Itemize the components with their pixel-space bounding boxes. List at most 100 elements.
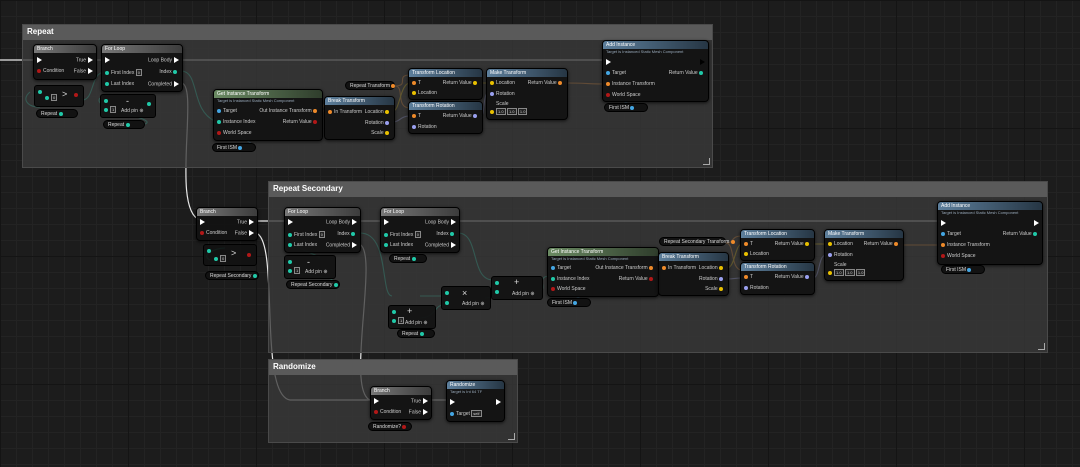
- add-node[interactable]: + Add pin ⊕: [491, 276, 543, 300]
- scale-pin[interactable]: 1.0 1.0 1.0: [828, 269, 866, 276]
- index-pin[interactable]: Index: [436, 231, 456, 237]
- resize-handle[interactable]: [1038, 343, 1045, 350]
- last-index-pin[interactable]: Last Index: [288, 242, 317, 248]
- loop-body-pin[interactable]: Loop Body: [148, 57, 179, 63]
- instance-transform-pin[interactable]: Instance Transform: [941, 242, 990, 248]
- rotation-pin[interactable]: Rotation: [490, 91, 515, 97]
- exec-in-pin[interactable]: [606, 59, 613, 65]
- condition-pin[interactable]: Condition: [200, 230, 227, 236]
- multiply-node[interactable]: × Add pin ⊕: [441, 286, 491, 310]
- target-pin[interactable]: Target self: [450, 410, 482, 417]
- b-pin[interactable]: 0: [45, 94, 58, 101]
- false-pin[interactable]: False: [235, 230, 254, 236]
- add-pin-button[interactable]: Add pin ⊕: [462, 301, 485, 307]
- a-pin[interactable]: [445, 290, 451, 296]
- true-pin[interactable]: True: [237, 219, 254, 225]
- condition-pin[interactable]: Condition: [37, 68, 64, 74]
- add-instance-node[interactable]: Add Instance Target is Instanced Static …: [602, 40, 709, 102]
- return-value-pin[interactable]: Return Value: [528, 80, 564, 86]
- transform-rotation-node[interactable]: Transform Rotation T Return Value Rotati…: [740, 262, 815, 295]
- rotation-pin[interactable]: Rotation: [828, 252, 853, 258]
- greater-node[interactable]: 0 >: [34, 85, 84, 107]
- location-pin[interactable]: Location: [828, 241, 853, 247]
- a-pin[interactable]: [38, 89, 44, 95]
- add-node[interactable]: 1 + Add pin ⊕: [388, 305, 436, 329]
- out-transform-pin[interactable]: Out Instance Transform: [595, 265, 655, 271]
- exec-in-pin[interactable]: [941, 220, 948, 226]
- world-space-pin[interactable]: World Space: [551, 286, 586, 292]
- first-index-pin[interactable]: First Index 0: [288, 231, 325, 238]
- location-pin[interactable]: Location: [744, 251, 769, 257]
- location-pin[interactable]: Location: [412, 90, 437, 96]
- get-instance-transform-node[interactable]: Get Instance Transform Target is Instanc…: [213, 89, 323, 141]
- repeat-var-getter[interactable]: Repeat: [36, 109, 78, 118]
- world-space-pin[interactable]: World Space: [606, 92, 641, 98]
- condition-pin[interactable]: Condition: [374, 409, 401, 415]
- a-pin[interactable]: [104, 98, 110, 104]
- subtract-node[interactable]: 1 - Add pin ⊕: [100, 94, 156, 118]
- exec-in-pin[interactable]: [450, 399, 457, 405]
- branch-node[interactable]: Branch True Condition False: [196, 207, 258, 241]
- make-transform-node[interactable]: Make Transform Location Return Value Rot…: [824, 229, 904, 281]
- randomize-node[interactable]: Randomize Target is Int 64 TF Target sel…: [446, 380, 505, 422]
- world-space-pin[interactable]: World Space: [217, 130, 252, 136]
- instance-transform-pin[interactable]: Instance Transform: [606, 81, 655, 87]
- break-transform-node[interactable]: Break Transform In Transform Location Ro…: [658, 252, 729, 296]
- completed-pin[interactable]: Completed: [326, 242, 357, 248]
- repeat-transform-var-getter[interactable]: Repeat Transform: [345, 81, 396, 90]
- get-instance-transform-node[interactable]: Get Instance Transform Target is Instanc…: [547, 247, 659, 297]
- first-ism-var-getter[interactable]: First ISM: [941, 265, 985, 274]
- return-value-pin[interactable]: Return Value: [283, 119, 319, 125]
- target-pin[interactable]: Target: [941, 231, 961, 237]
- return-value-pin[interactable]: Return Value: [443, 113, 479, 119]
- b-pin[interactable]: [445, 300, 451, 306]
- return-value-pin[interactable]: Return Value: [669, 70, 705, 76]
- in-transform-pin[interactable]: In Transform: [328, 109, 362, 115]
- exec-in-pin[interactable]: Target: [217, 108, 237, 114]
- first-ism-var-getter[interactable]: First ISM: [547, 298, 591, 307]
- transform-location-node[interactable]: Transform Location T Return Value Locati…: [740, 229, 815, 261]
- target-pin[interactable]: Target: [606, 70, 626, 76]
- exec-out-pin[interactable]: [698, 59, 705, 65]
- return-value-pin[interactable]: Return Value: [619, 276, 655, 282]
- add-pin-button[interactable]: Add pin ⊕: [121, 108, 144, 114]
- b-pin[interactable]: 1: [288, 267, 301, 274]
- a-pin[interactable]: [207, 248, 213, 254]
- repeat-secondary-var-getter[interactable]: Repeat Secondary: [205, 271, 259, 280]
- repeat-var-getter[interactable]: Repeat: [397, 329, 435, 338]
- scale-pin[interactable]: 1.0 1.0 1.0: [490, 108, 528, 115]
- world-space-pin[interactable]: World Space: [941, 253, 976, 259]
- transform-location-node[interactable]: Transform Location T Return Value Locati…: [408, 68, 483, 100]
- exec-in-pin[interactable]: [105, 57, 112, 63]
- last-index-pin[interactable]: Last Index: [105, 81, 134, 87]
- first-index-pin[interactable]: First Index 0: [384, 231, 421, 238]
- target-pin[interactable]: Target: [551, 265, 571, 271]
- repeat-secondary-var-getter[interactable]: Repeat Secondary: [286, 280, 340, 289]
- rotation-pin[interactable]: Rotation: [744, 285, 769, 291]
- branch-node[interactable]: Branch True Condition False: [33, 44, 97, 80]
- false-pin[interactable]: False: [409, 409, 428, 415]
- b-pin[interactable]: [495, 289, 501, 295]
- last-index-pin[interactable]: Last Index: [384, 242, 413, 248]
- for-loop-node[interactable]: For Loop Loop Body First Index 0 Index L…: [380, 207, 460, 253]
- false-pin[interactable]: False: [74, 68, 93, 74]
- repeat-var-getter[interactable]: Repeat: [103, 120, 145, 129]
- a-pin[interactable]: [392, 309, 398, 315]
- add-pin-button[interactable]: Add pin ⊕: [512, 291, 535, 297]
- true-pin[interactable]: True: [76, 57, 93, 63]
- bool-out-pin[interactable]: [247, 252, 253, 258]
- return-value-pin[interactable]: Return Value: [864, 241, 900, 247]
- exec-out-pin[interactable]: [494, 399, 501, 405]
- add-pin-button[interactable]: Add pin ⊕: [305, 269, 328, 275]
- add-instance-node[interactable]: Add Instance Target is Instanced Static …: [937, 201, 1043, 265]
- make-transform-node[interactable]: Make Transform Location Return Value Rot…: [486, 68, 568, 120]
- break-transform-node[interactable]: Break Transform In Transform Location Ro…: [324, 96, 395, 140]
- index-pin[interactable]: Index: [159, 69, 179, 75]
- exec-in-pin[interactable]: [200, 219, 207, 225]
- return-value-pin[interactable]: Return Value: [775, 274, 811, 280]
- t-pin[interactable]: T: [744, 241, 753, 247]
- index-pin[interactable]: Index: [337, 231, 357, 237]
- greater-node[interactable]: 0 >: [203, 244, 257, 266]
- first-ism-var-getter[interactable]: First ISM: [604, 103, 648, 112]
- scale-pin[interactable]: Scale: [371, 130, 391, 136]
